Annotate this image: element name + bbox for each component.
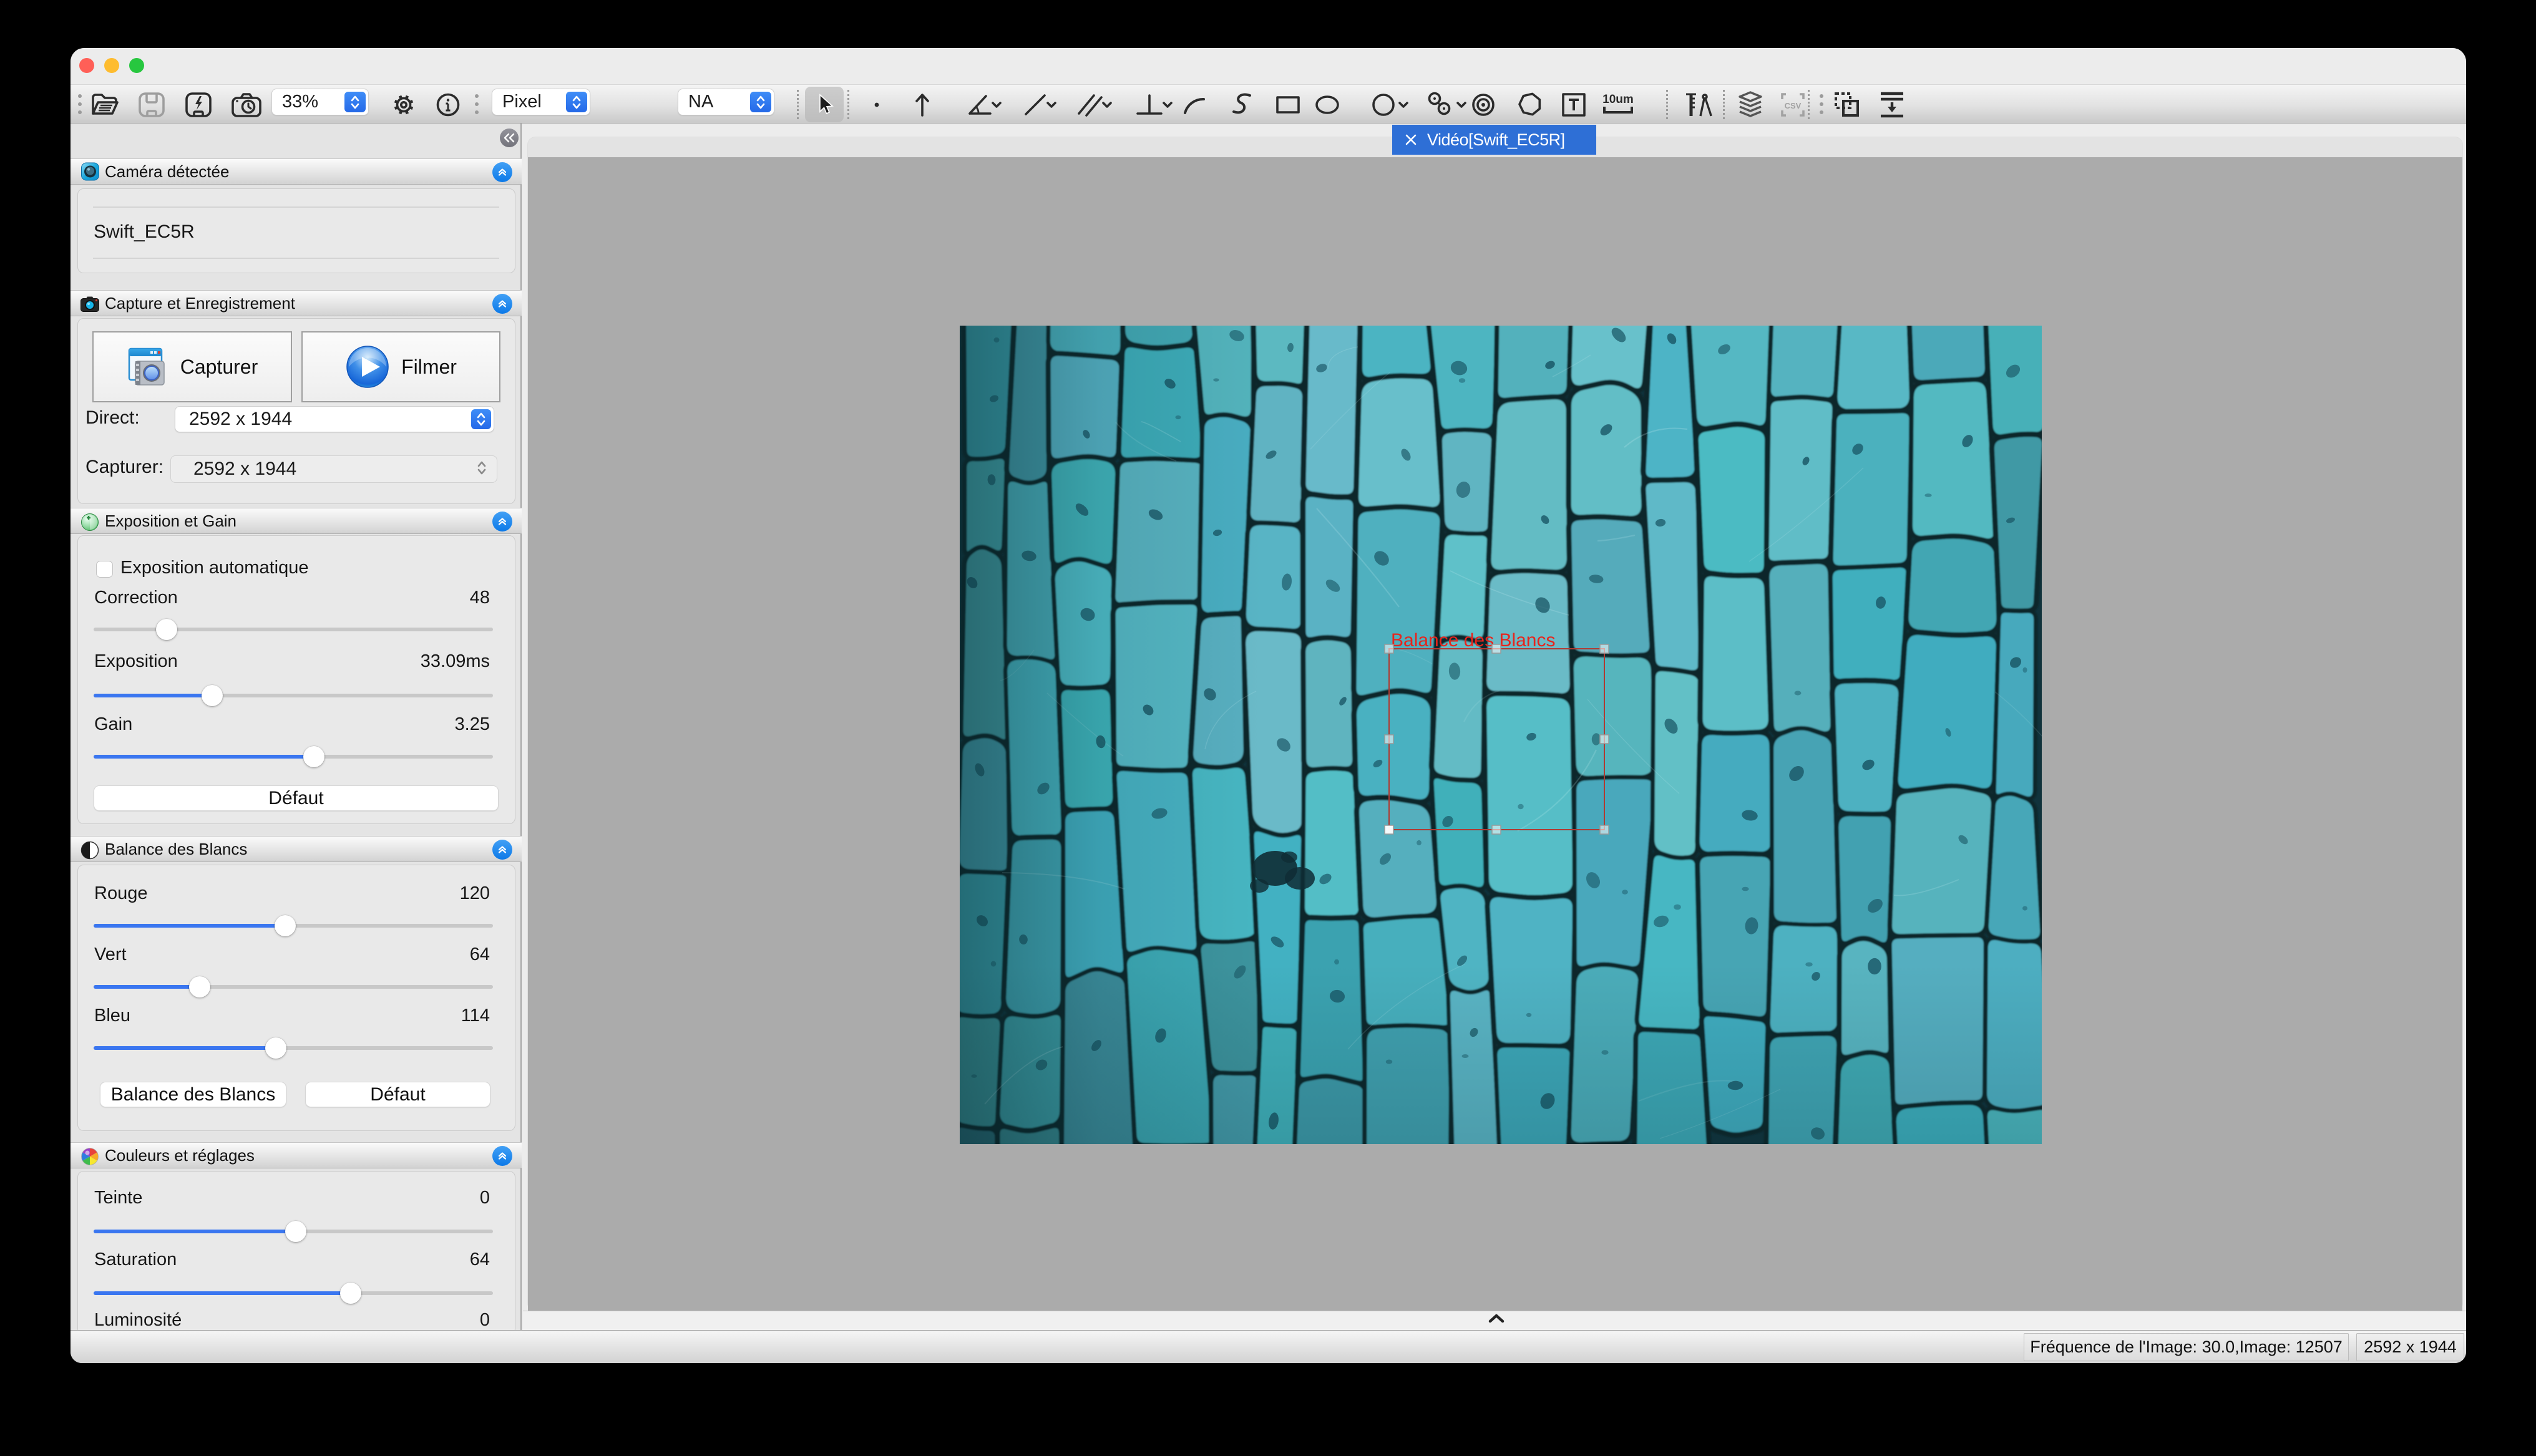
svg-text:Balance des Blancs: Balance des Blancs — [1391, 630, 1556, 651]
svg-text:10um: 10um — [1602, 93, 1634, 106]
svg-text:CSV: CSV — [1785, 101, 1802, 110]
